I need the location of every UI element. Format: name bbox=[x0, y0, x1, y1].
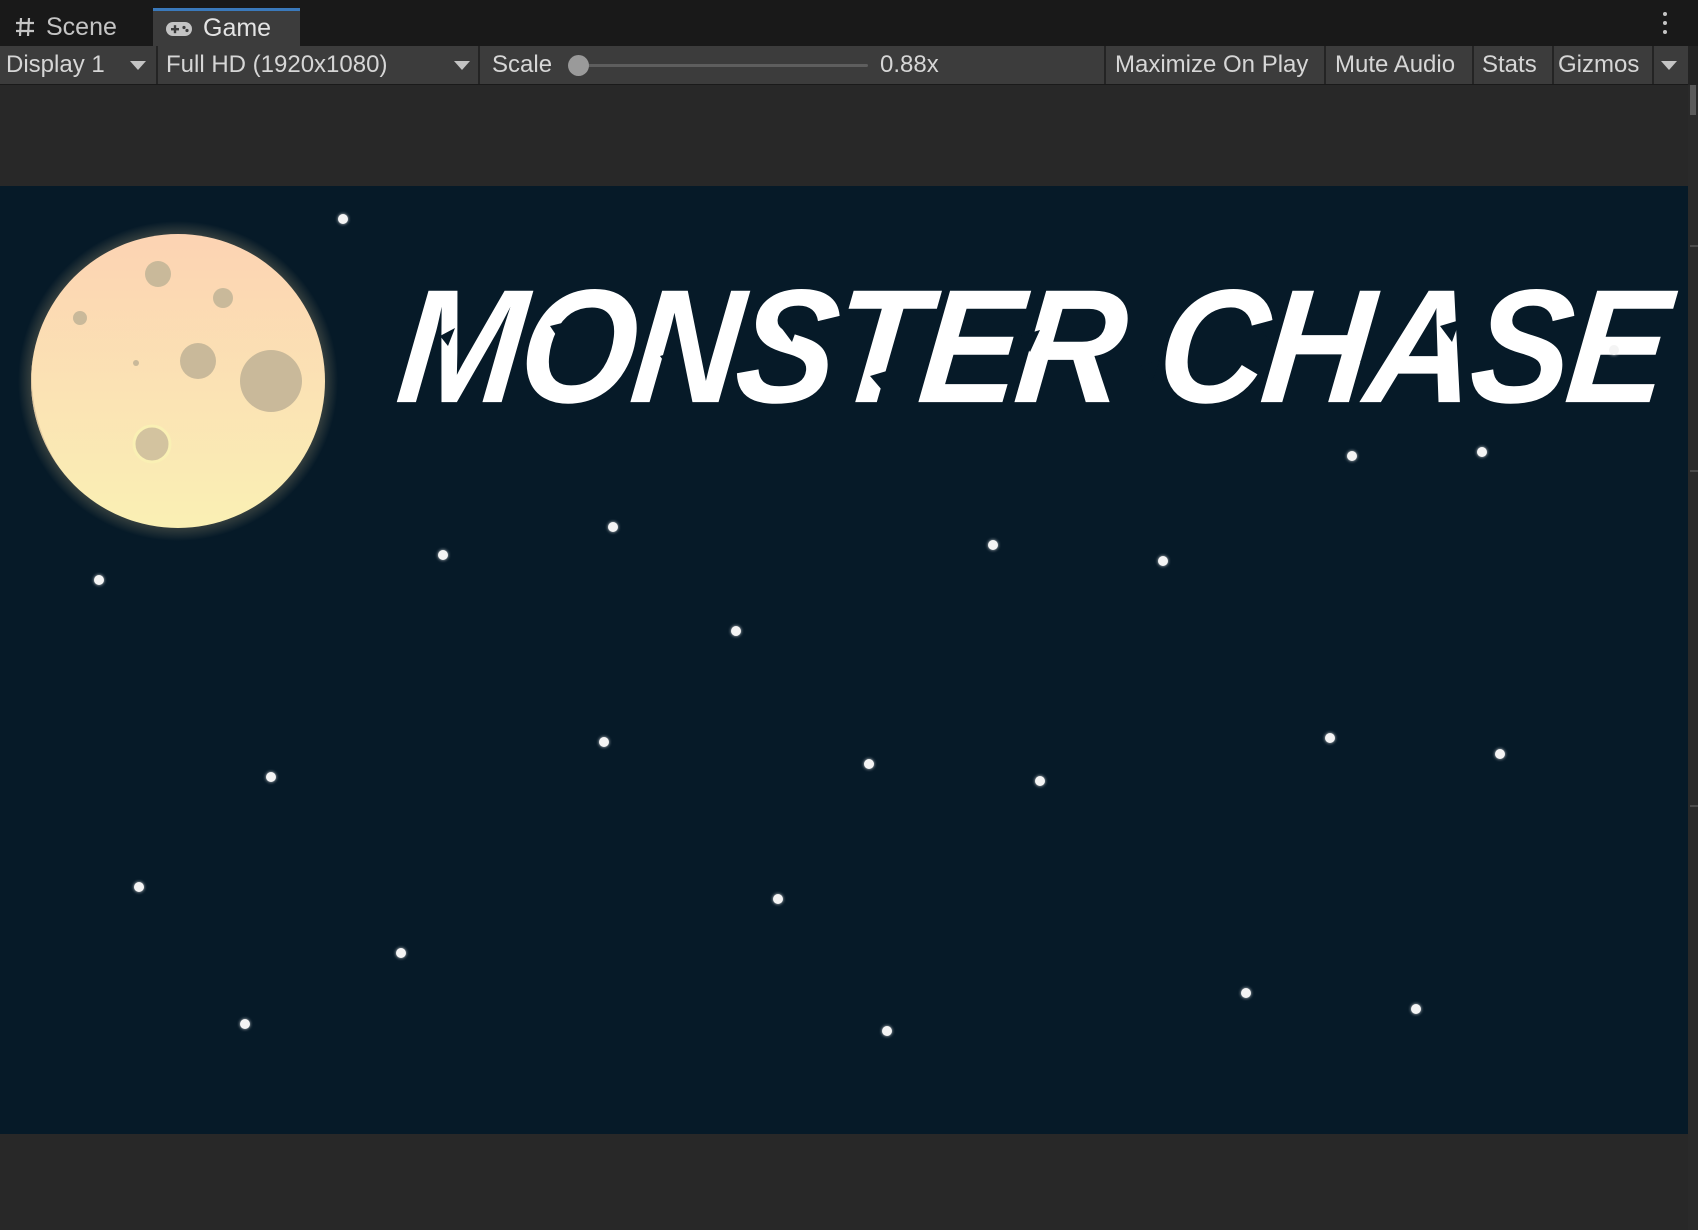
scale-slider-track[interactable] bbox=[580, 64, 868, 67]
scale-label: Scale bbox=[492, 51, 553, 78]
star bbox=[94, 575, 104, 585]
maximize-on-play-toggle[interactable]: Maximize On Play bbox=[1115, 46, 1308, 84]
stats-toggle[interactable]: Stats bbox=[1482, 46, 1537, 84]
star bbox=[1241, 988, 1251, 998]
star bbox=[773, 894, 783, 904]
display-dropdown[interactable]: Display 1 bbox=[6, 46, 152, 84]
gizmos-toggle[interactable]: Gizmos bbox=[1558, 46, 1639, 84]
tab-scene[interactable]: Scene bbox=[10, 8, 117, 46]
star bbox=[338, 214, 348, 224]
star bbox=[1411, 1004, 1421, 1014]
star bbox=[1158, 556, 1168, 566]
star bbox=[864, 759, 874, 769]
grid-hash-icon bbox=[14, 16, 36, 38]
star bbox=[599, 737, 609, 747]
scrollbar-thumb[interactable] bbox=[1690, 85, 1696, 115]
star bbox=[396, 948, 406, 958]
star bbox=[1477, 447, 1487, 457]
window-tab-strip: Scene Game bbox=[0, 0, 1698, 46]
star bbox=[134, 882, 144, 892]
star bbox=[988, 540, 998, 550]
chevron-down-icon bbox=[1661, 60, 1677, 70]
scale-value: 0.88x bbox=[880, 51, 939, 78]
star bbox=[1495, 749, 1505, 759]
star bbox=[240, 1019, 250, 1029]
scale-slider-thumb[interactable] bbox=[568, 55, 589, 76]
chevron-down-icon bbox=[454, 61, 470, 70]
tab-game-label: Game bbox=[203, 14, 272, 42]
gamepad-icon bbox=[165, 20, 193, 38]
resolution-dropdown[interactable]: Full HD (1920x1080) bbox=[166, 46, 476, 84]
game-viewport[interactable]: MONSTER CHASE bbox=[0, 186, 1688, 1134]
game-title-text: MONSTER CHASE bbox=[390, 255, 1675, 437]
star bbox=[438, 550, 448, 560]
gizmos-dropdown[interactable] bbox=[1654, 46, 1684, 84]
game-view-toolbar: Display 1 Full HD (1920x1080) Scale 0.88… bbox=[0, 46, 1688, 85]
more-options-icon[interactable] bbox=[1662, 12, 1668, 34]
star bbox=[266, 772, 276, 782]
star bbox=[1325, 733, 1335, 743]
tab-game[interactable]: Game bbox=[153, 8, 300, 46]
star bbox=[731, 626, 741, 636]
moon-sprite bbox=[18, 221, 338, 541]
vertical-scrollbar[interactable] bbox=[1688, 85, 1698, 1230]
display-dropdown-label: Display 1 bbox=[6, 51, 105, 78]
chevron-down-icon bbox=[130, 61, 146, 70]
star bbox=[1347, 451, 1357, 461]
star bbox=[882, 1026, 892, 1036]
star bbox=[1035, 776, 1045, 786]
resolution-dropdown-label: Full HD (1920x1080) bbox=[166, 51, 388, 78]
mute-audio-toggle[interactable]: Mute Audio bbox=[1335, 46, 1455, 84]
star bbox=[608, 522, 618, 532]
star bbox=[1609, 345, 1619, 355]
tab-scene-label: Scene bbox=[46, 12, 117, 41]
